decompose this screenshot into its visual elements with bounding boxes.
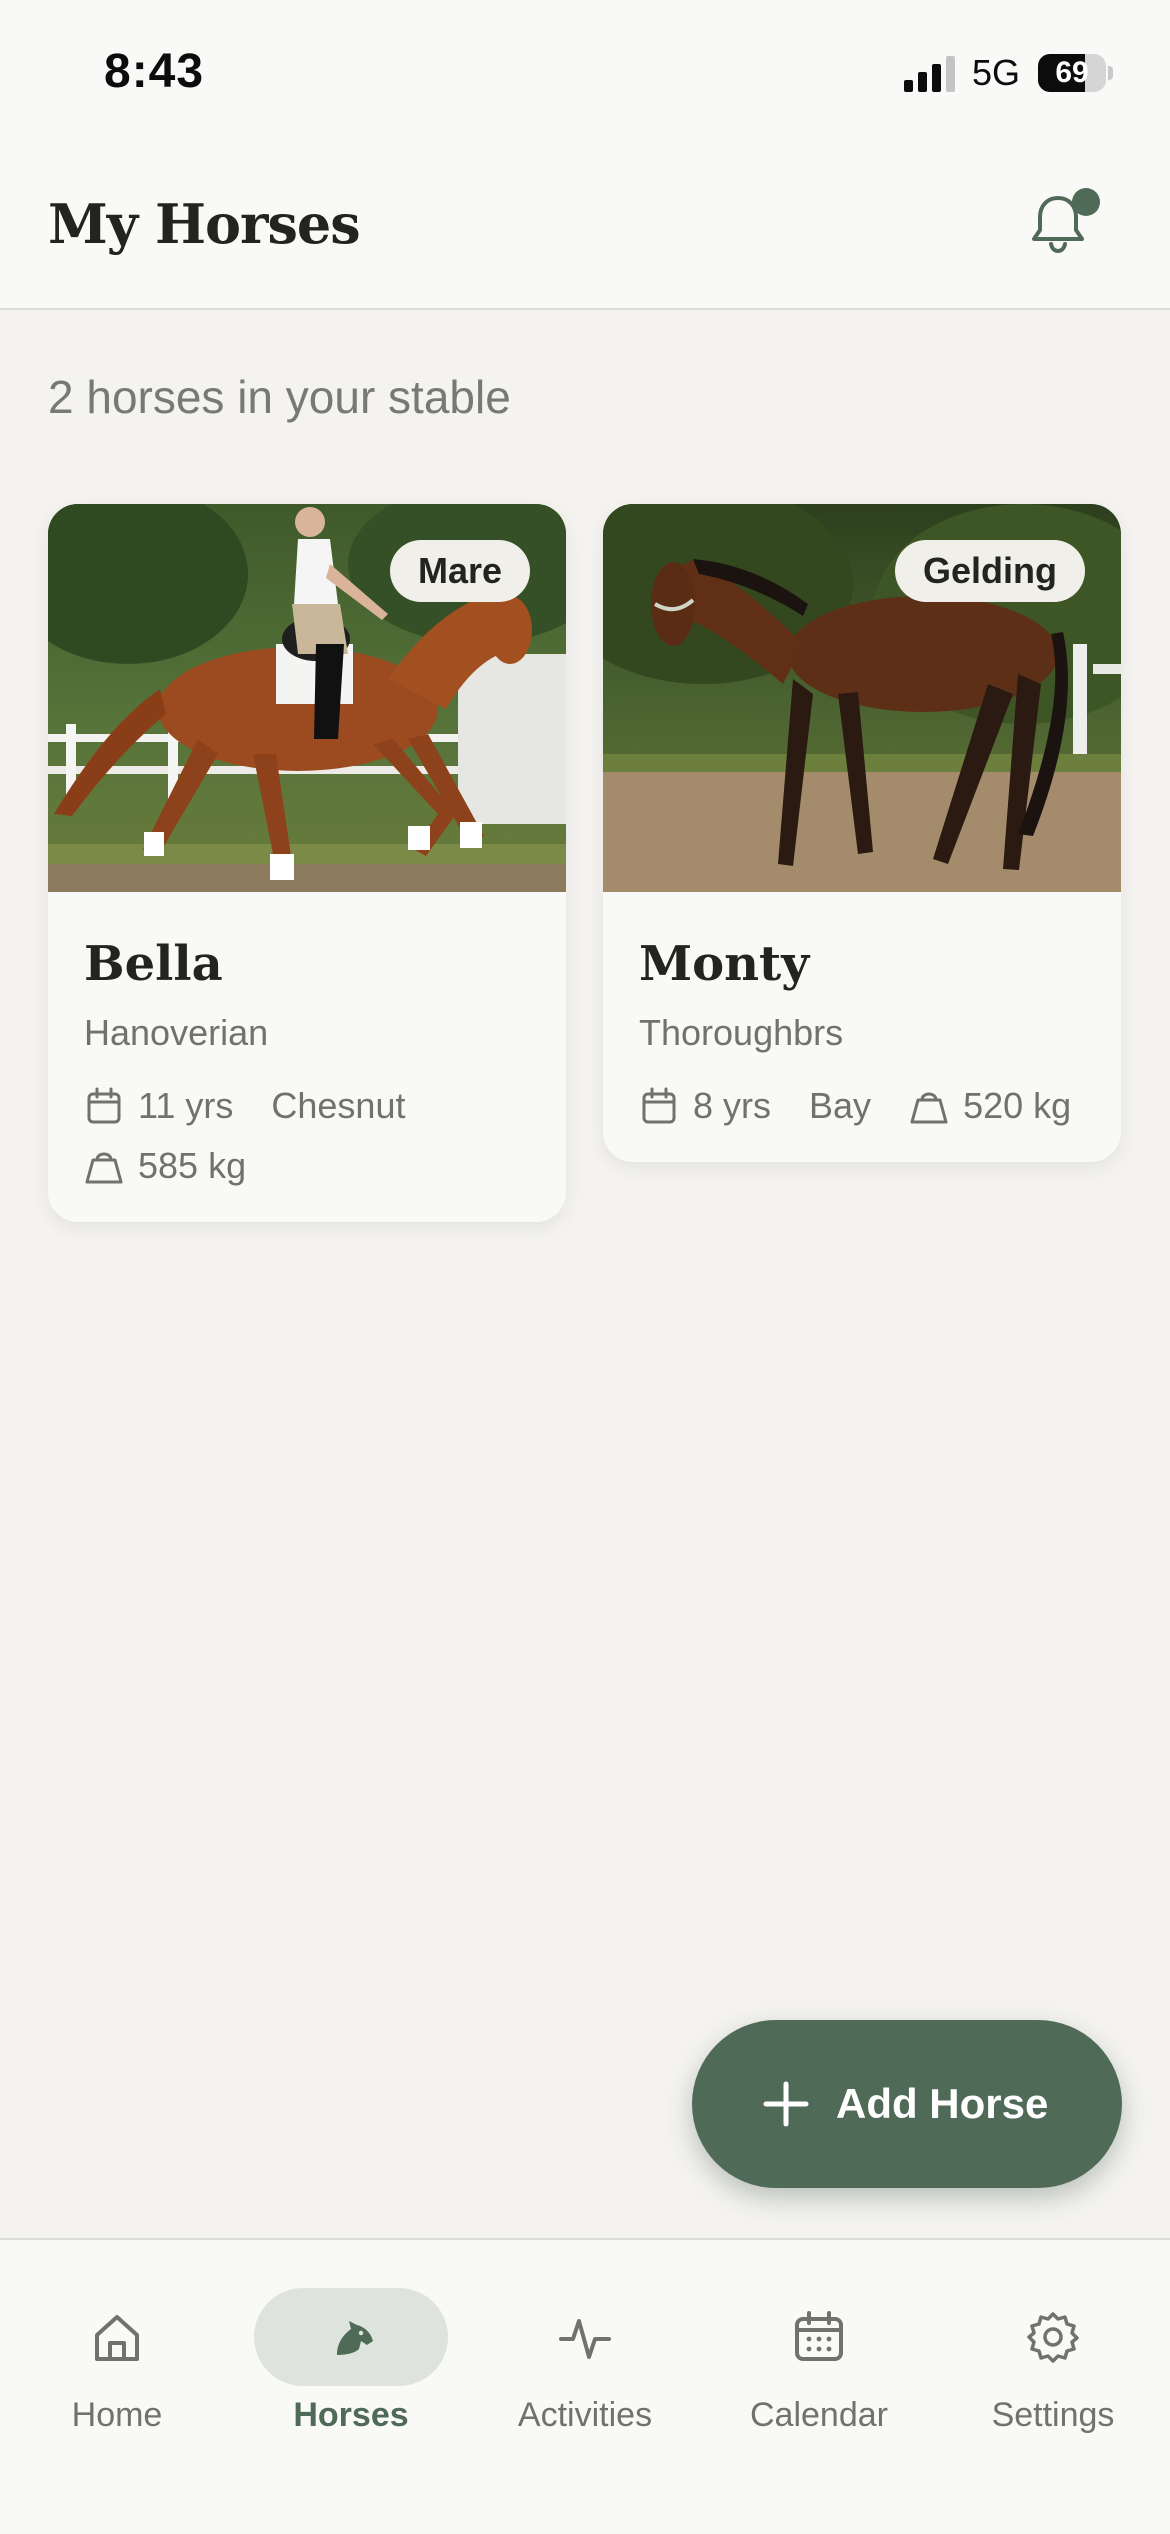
status-bar: 8:43 5G 69 <box>0 0 1170 140</box>
horse-color: Chesnut <box>271 1085 406 1126</box>
horse-name: Monty <box>639 936 810 992</box>
gender-badge: Gelding <box>895 540 1085 602</box>
add-horse-label: Add Horse <box>836 2080 1049 2127</box>
calendar-icon <box>87 1087 121 1124</box>
tab-label: Activities <box>517 2396 653 2434</box>
home-icon <box>95 2315 139 2361</box>
tab-calendar[interactable]: Calendar <box>702 2262 936 2442</box>
tab-home[interactable]: Home <box>0 2262 234 2442</box>
horse-meta-row: 11 yrs Chesnut <box>84 1082 443 1130</box>
tab-horses[interactable]: Horses <box>234 2262 468 2442</box>
horse-age: 8 yrs <box>693 1085 772 1126</box>
activity-pulse-icon <box>559 2319 611 2359</box>
horse-weight: 520 kg <box>963 1085 1072 1126</box>
battery-percent: 69 <box>1055 56 1089 89</box>
battery-indicator: 69 <box>1038 54 1113 92</box>
tab-label: Calendar <box>750 2396 888 2434</box>
horse-meta-row: 8 yrs Bay 520 kg <box>639 1082 1109 1130</box>
tab-bar: Home Horses Activities Calendar Settings <box>0 2238 1170 2534</box>
horse-age: 11 yrs <box>138 1085 234 1126</box>
horse-color: Bay <box>809 1085 872 1126</box>
horse-breed: Hanoverian <box>84 1012 269 1053</box>
network-type: 5G <box>972 52 1021 93</box>
notification-badge-dot <box>1072 188 1100 216</box>
horse-meta-row: 585 kg <box>84 1142 284 1190</box>
notifications-button[interactable] <box>1018 182 1100 262</box>
horse-breed: Thoroughbrs <box>639 1012 844 1053</box>
tab-label: Home <box>71 2396 163 2434</box>
tab-label: Horses <box>293 2396 409 2434</box>
weight-icon <box>910 1092 948 1124</box>
horse-head-icon <box>337 2321 373 2355</box>
add-horse-button[interactable]: Add Horse <box>692 2020 1122 2188</box>
app-header: My Horses <box>0 140 1170 310</box>
calendar-icon <box>642 1087 676 1124</box>
horse-weight: 585 kg <box>138 1145 247 1186</box>
tab-label: Settings <box>991 2396 1115 2434</box>
stable-count: 2 horses in your stable <box>48 371 511 423</box>
gear-icon <box>1027 2312 1079 2363</box>
horse-name: Bella <box>84 936 223 992</box>
page-title: My Horses <box>48 192 361 256</box>
cellular-signal-icon <box>904 56 955 92</box>
calendar-icon <box>795 2311 843 2361</box>
horse-card-bella[interactable]: Mare Bella Hanoverian 11 yrs Chesnut 585… <box>48 504 566 1222</box>
gender-badge: Mare <box>389 540 530 602</box>
status-time: 8:43 <box>104 45 205 98</box>
tab-activities[interactable]: Activities <box>468 2262 702 2442</box>
horse-card-monty[interactable]: Gelding Monty Thoroughbrs 8 yrs Bay 520 … <box>603 504 1121 1162</box>
weight-icon <box>85 1152 123 1184</box>
tab-settings[interactable]: Settings <box>936 2262 1170 2442</box>
plus-icon <box>763 2081 809 2127</box>
